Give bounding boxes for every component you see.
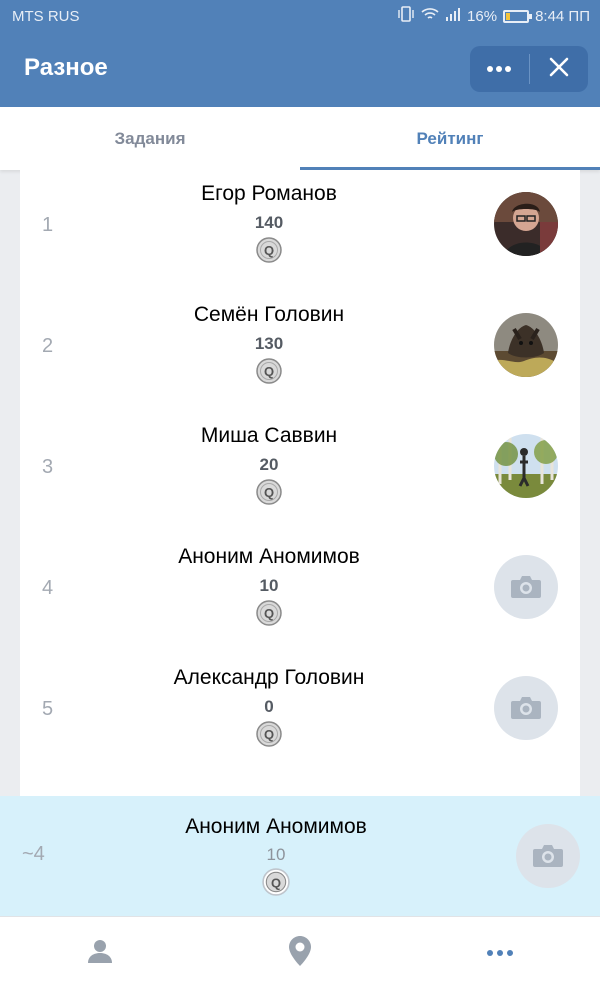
clock: 8:44 ПП [535,7,590,25]
tab-bar: Задания Рейтинг [0,107,600,170]
nav-more[interactable] [400,917,600,989]
location-pin-icon [288,935,312,972]
coin-icon: Q [256,358,282,384]
avatar[interactable] [494,192,558,256]
rating-row[interactable]: 4 Аноним Аномимов 10 Q [20,533,580,654]
coin-icon: Q [256,600,282,626]
camera-icon [510,575,542,599]
camera-icon [532,844,564,868]
user-name: Миша Саввин [200,424,338,447]
score-value: 10 [266,845,286,864]
wifi-icon [421,7,439,25]
close-icon [549,57,569,82]
carrier-name: MTS RUS [12,8,80,25]
top-app-bar: MTS RUS 16% 8:44 ПП Разное [0,0,600,107]
avatar-placeholder[interactable] [494,676,558,740]
bottom-navigation [0,916,600,989]
header-actions [470,46,588,92]
user-name: Аноним Аномимов [178,545,360,568]
avatar-placeholder[interactable] [516,824,580,888]
coin-icon: Q [256,237,282,263]
signal-icon [445,7,461,25]
battery-icon [503,9,533,23]
close-button[interactable] [530,46,589,92]
avatar-placeholder[interactable] [494,555,558,619]
user-name: Егор Романов [201,182,337,205]
score-value: 130 [254,334,284,353]
user-name: Александр Головин [173,666,365,689]
status-indicators: 16% 8:44 ПП [397,6,590,26]
user-name: Семён Головин [193,303,345,326]
nav-map[interactable] [200,917,400,989]
svg-text:Q: Q [271,875,281,890]
tab-tasks[interactable]: Задания [0,107,300,170]
camera-icon [510,696,542,720]
battery-percent: 16% [467,7,498,25]
svg-text:Q: Q [264,364,274,379]
svg-text:Q: Q [264,485,274,500]
score-value: 10 [259,576,279,595]
rating-row[interactable]: 1 Егор Романов 140 Q [20,170,580,291]
svg-text:Q: Q [264,727,274,742]
page-title: Разное [24,54,108,81]
current-user-row[interactable]: ~4 Аноним Аномимов 10 Q [0,796,600,916]
rating-row[interactable]: 3 Миша Саввин 20 Q [20,412,580,533]
nav-profile[interactable] [0,917,200,989]
coin-icon: Q [256,479,282,505]
status-bar: MTS RUS 16% 8:44 ПП [0,0,600,32]
avatar[interactable] [494,434,558,498]
coin-icon: Q [262,868,290,896]
tab-rating[interactable]: Рейтинг [300,107,600,170]
score-value: 0 [264,697,274,716]
avatar[interactable] [494,313,558,377]
more-dots-icon [486,60,512,78]
score-value: 20 [259,455,279,474]
rating-list[interactable]: 1 Егор Романов 140 Q 2 Семён Головин 130… [20,170,580,810]
more-button[interactable] [470,46,529,92]
person-icon [87,938,113,969]
rating-row[interactable]: 5 Александр Головин 0 Q [20,654,580,775]
battery-fill [506,12,511,20]
more-dots-icon [486,944,514,962]
rating-row[interactable]: 2 Семён Головин 130 Q [20,291,580,412]
svg-text:Q: Q [264,243,274,258]
coin-icon: Q [256,721,282,747]
user-name: Аноним Аномимов [185,815,367,838]
vibrate-icon [397,6,415,26]
svg-text:Q: Q [264,606,274,621]
score-value: 140 [254,213,284,232]
